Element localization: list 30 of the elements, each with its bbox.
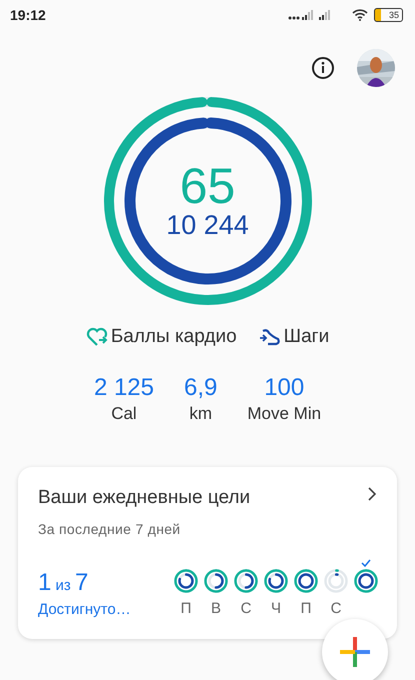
battery-icon: 35 (374, 8, 403, 22)
chevron-right-icon[interactable] (367, 487, 377, 501)
status-time: 19:12 (10, 7, 46, 23)
day-label: С (330, 600, 342, 618)
stat-unit: Cal (111, 404, 137, 424)
cardio-points-value: 65 (180, 161, 236, 212)
wifi-icon (352, 9, 368, 21)
stat-unit: km (189, 404, 212, 424)
stat-value: 6,9 (184, 374, 218, 402)
goals-caption: Достигнуто… (38, 601, 131, 618)
stat-value: 100 (264, 374, 304, 402)
day-label: Ч (271, 600, 281, 618)
day-label: П (180, 600, 192, 618)
steps-label: Шаги (284, 326, 330, 348)
day-label: С (240, 600, 252, 618)
day-label: П (300, 600, 312, 618)
goals-card[interactable]: Ваши ежедневные цели За последние 7 дней 1 из 7 Достигнуто… П В С Ч П С (18, 467, 397, 639)
info-icon[interactable] (311, 56, 335, 80)
stat-value: 2 125 (94, 374, 154, 402)
card-title: Ваши ежедневные цели (38, 487, 250, 509)
steps-value: 10 244 (166, 211, 249, 241)
goals-count: 1 из 7 (38, 569, 90, 597)
plus-icon (340, 637, 370, 667)
day-label: В (210, 600, 221, 618)
stat-unit: Move Min (247, 404, 322, 424)
cardio-label: Баллы кардио (110, 326, 237, 348)
heart-icon (86, 327, 108, 347)
day-ring (354, 569, 378, 593)
shoe-icon (258, 327, 281, 347)
card-subtitle: За последние 7 дней (38, 521, 182, 537)
